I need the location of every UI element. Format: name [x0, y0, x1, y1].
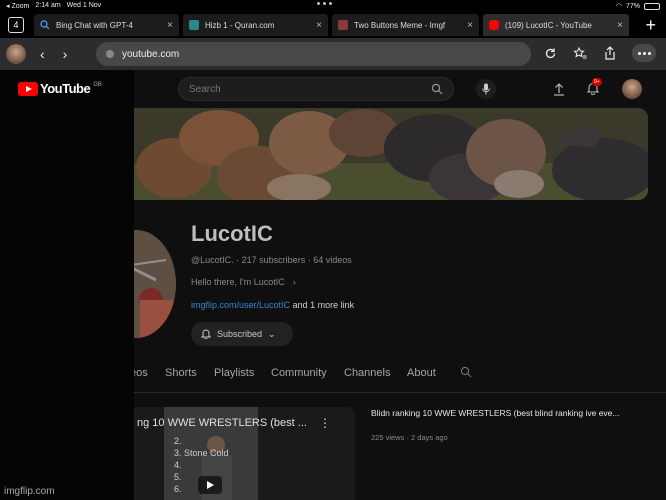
- chevron-right-icon[interactable]: ›: [293, 277, 296, 287]
- youtube-page: YouTube GB Search 9+ LucotIC @LucotIC. ·…: [0, 70, 666, 500]
- imgflip-favicon-icon: [338, 20, 348, 30]
- imgflip-watermark: imgflip.com: [4, 486, 55, 497]
- channel-name: LucotIC: [191, 221, 273, 246]
- tab-about[interactable]: About: [407, 367, 436, 379]
- status-bar: ◂ Zoom 2:14 am Wed 1 Nov ◠ 77%: [0, 0, 666, 12]
- status-time: 2:14 am: [35, 2, 61, 9]
- bell-icon: [200, 328, 212, 341]
- play-icon[interactable]: [198, 476, 222, 494]
- channel-link-url[interactable]: imgflip.com/user/LucotIC: [191, 300, 290, 310]
- upload-icon[interactable]: [552, 82, 566, 96]
- notification-badge: 9+: [592, 78, 602, 86]
- tab-quran[interactable]: Hizb 1 - Quran.com ×: [183, 14, 328, 36]
- url-text: youtube.com: [122, 48, 180, 60]
- more-links-text[interactable]: and 1 more link: [293, 300, 355, 310]
- battery-percent: 77%: [625, 2, 640, 10]
- notifications-bell-icon[interactable]: 9+: [586, 78, 602, 96]
- microphone-icon[interactable]: [476, 79, 496, 99]
- more-options-button[interactable]: [632, 44, 656, 62]
- channel-meta: @LucotIC. · 217 subscribers · 64 videos: [191, 255, 352, 265]
- tab-overview-button[interactable]: 4: [8, 17, 24, 33]
- search-icon: [40, 20, 50, 30]
- tab-bing-chat[interactable]: Bing Chat with GPT-4 ×: [34, 14, 179, 36]
- tab-shorts[interactable]: Shorts: [165, 367, 197, 379]
- url-bar[interactable]: youtube.com: [96, 42, 531, 66]
- channel-links: imgflip.com/user/LucotIC and 1 more link: [191, 300, 354, 310]
- hens-banner-image: [134, 108, 648, 200]
- close-tab-icon[interactable]: ×: [167, 20, 173, 31]
- channel-description[interactable]: Hello there, I'm LucotIC ›: [191, 277, 296, 287]
- reload-icon[interactable]: [542, 45, 558, 61]
- sidebar: YouTube GB: [0, 70, 134, 500]
- search-icon[interactable]: [431, 83, 443, 95]
- multitask-dots[interactable]: [317, 2, 332, 5]
- tabs-divider: [134, 392, 666, 393]
- back-button[interactable]: ‹: [40, 46, 45, 62]
- tab-community[interactable]: Community: [271, 367, 327, 379]
- video-title[interactable]: Blidn ranking 10 WWE WRESTLERS (best bli…: [371, 408, 647, 418]
- video-menu-icon[interactable]: ⋮: [319, 416, 331, 430]
- wifi-icon: ◠: [615, 3, 622, 10]
- address-toolbar: ‹ › youtube.com: [0, 38, 666, 70]
- forward-button[interactable]: ›: [63, 46, 68, 62]
- youtube-header: Search 9+: [134, 70, 666, 108]
- favorites-icon[interactable]: [572, 45, 588, 61]
- youtube-play-icon: [18, 81, 38, 96]
- video-meta: 225 views · 2 days ago: [371, 433, 448, 442]
- tab-bar: 4 Bing Chat with GPT-4 × Hizb 1 - Quran.…: [0, 12, 666, 38]
- zoom-indicator: ◂ Zoom: [6, 3, 30, 10]
- close-tab-icon[interactable]: ×: [617, 20, 623, 31]
- close-tab-icon[interactable]: ×: [316, 20, 322, 31]
- search-placeholder: Search: [189, 83, 221, 95]
- search-input[interactable]: Search: [178, 77, 454, 101]
- quran-favicon-icon: [189, 20, 199, 30]
- site-info-icon[interactable]: [106, 50, 114, 58]
- tab-playlists[interactable]: Playlists: [214, 367, 254, 379]
- tab-imgflip[interactable]: Two Buttons Meme - Imgf ×: [332, 14, 479, 36]
- channel-search-icon[interactable]: [460, 366, 472, 381]
- profile-avatar[interactable]: [6, 44, 26, 64]
- share-icon[interactable]: [602, 45, 618, 61]
- status-date: Wed 1 Nov: [66, 2, 102, 9]
- thumbnail-title: ng 10 WWE WRESTLERS (best ...: [137, 417, 307, 429]
- close-tab-icon[interactable]: ×: [467, 20, 473, 31]
- channel-banner: [134, 108, 648, 200]
- subscribed-button[interactable]: Subscribed ⌄: [191, 322, 293, 346]
- channel-tabs: eos Shorts Playlists Community Channels …: [130, 364, 666, 384]
- account-avatar[interactable]: [622, 79, 642, 99]
- tab-channels[interactable]: Channels: [344, 367, 390, 379]
- chevron-down-icon: ⌄: [268, 328, 276, 339]
- tab-youtube[interactable]: (109) LucotIC - YouTube ×: [483, 14, 629, 36]
- new-tab-button[interactable]: +: [645, 16, 656, 34]
- youtube-favicon-icon: [489, 20, 499, 30]
- youtube-logo[interactable]: YouTube GB: [18, 81, 102, 96]
- battery-icon: [644, 2, 660, 10]
- video-thumbnail[interactable]: ng 10 WWE WRESTLERS (best ... ⋮ 2. 3. St…: [134, 407, 355, 500]
